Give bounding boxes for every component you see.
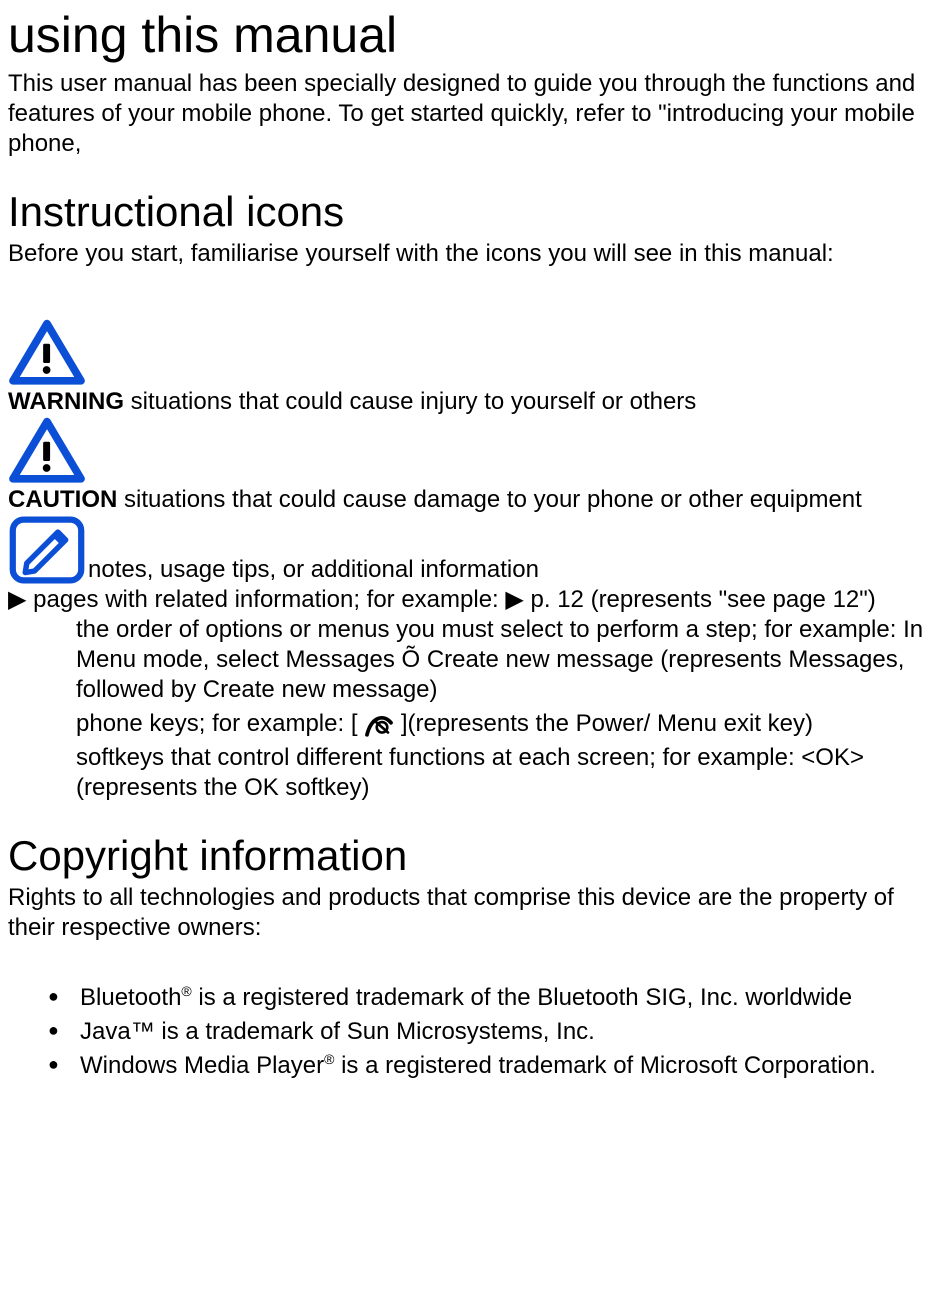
softkeys-line: softkeys that control different function… [76,743,928,803]
registered-mark: ® [324,1051,334,1067]
icons-intro-paragraph: Before you start, familiarise yourself w… [8,239,928,269]
related-text-a: pages with related information; for exam… [26,586,505,613]
list-item: Windows Media Player® is a registered tr… [48,1051,928,1081]
warning-text: situations that could cause injury to yo… [124,388,696,415]
trademark-list: Bluetooth® is a registered trademark of … [8,983,928,1081]
bullet-text-a: Windows Media Player [80,1052,324,1079]
note-pencil-icon [8,515,86,585]
page-title: using this manual [8,8,928,63]
keys-text-a: phone keys; for example: [ [76,710,357,737]
list-item: Java™ is a trademark of Sun Microsystems… [48,1017,928,1047]
bullet-text: Java™ is a trademark of Sun Microsystems… [80,1018,595,1045]
warning-label: WARNING [8,388,124,415]
caution-block: CAUTION situations that could cause dama… [8,417,928,515]
intro-paragraph: This user manual has been specially desi… [8,69,928,159]
bullet-text-a: Bluetooth [80,984,181,1011]
list-item: Bluetooth® is a registered trademark of … [48,983,928,1013]
warning-block: WARNING situations that could cause inju… [8,319,928,417]
related-pages-line: ▶ pages with related information; for ex… [8,585,928,615]
caution-label: CAUTION [8,486,117,513]
phone-keys-line: phone keys; for example: [ ](represents … [76,709,928,739]
section-heading-copyright: Copyright information [8,833,928,879]
power-key-icon [364,710,401,737]
caution-triangle-icon [8,417,928,485]
bullet-text-b: is a registered trademark of the Bluetoo… [192,984,852,1011]
caution-text: situations that could cause damage to yo… [117,486,861,513]
related-text-b: p. 12 (represents "see page 12") [524,586,876,613]
registered-mark: ® [181,983,191,999]
note-text: notes, usage tips, or additional informa… [88,555,539,585]
copyright-intro-paragraph: Rights to all technologies and products … [8,883,928,943]
section-heading-icons: Instructional icons [8,189,928,235]
note-block: notes, usage tips, or additional informa… [8,515,928,585]
keys-text-b: ](represents the Power/ Menu exit key) [401,710,813,737]
arrow-right-icon: ▶ [505,585,523,615]
arrow-right-icon: ▶ [8,585,26,615]
caution-line: CAUTION situations that could cause dama… [8,485,928,515]
indented-block: the order of options or menus you must s… [8,615,928,803]
order-options-line: the order of options or menus you must s… [76,615,928,705]
bullet-text-b: is a registered trademark of Microsoft C… [334,1052,876,1079]
warning-line: WARNING situations that could cause inju… [8,387,928,417]
warning-triangle-icon [8,319,928,387]
